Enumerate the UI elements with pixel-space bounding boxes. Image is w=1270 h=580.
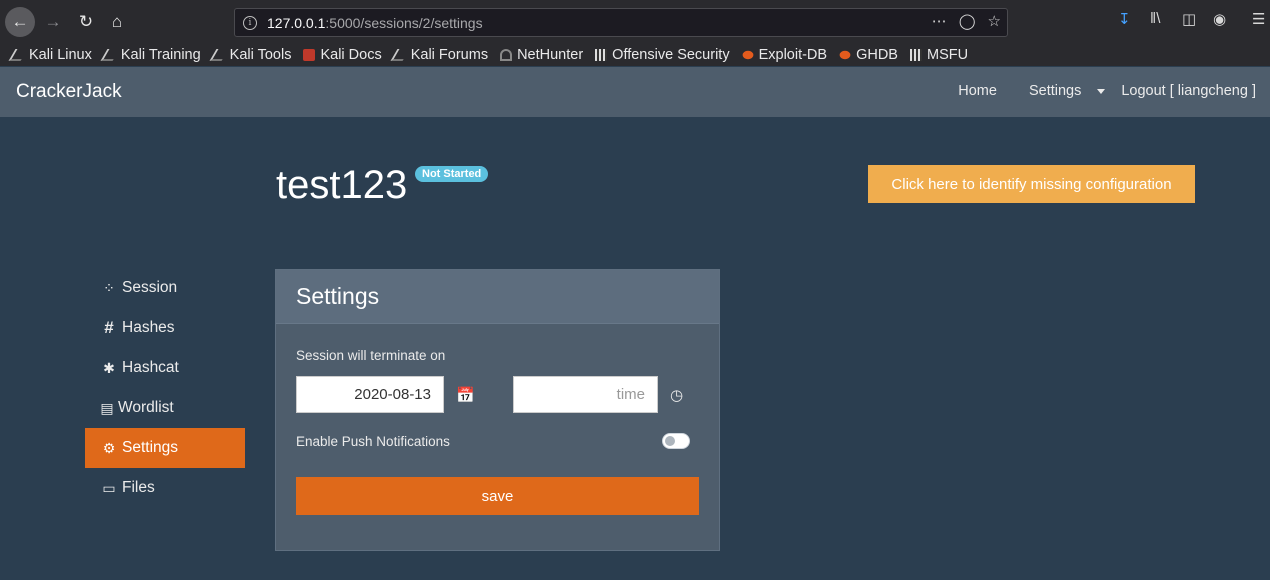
bookmark-ghdb[interactable]: GHDB — [839, 47, 898, 63]
push-notifications-label: Enable Push Notifications — [296, 434, 450, 449]
clock-icon[interactable]: ◷ — [670, 386, 683, 404]
terminate-label: Session will terminate on — [296, 348, 446, 363]
home-icon[interactable]: ⌂ — [102, 7, 132, 37]
bookmark-offensive-security[interactable]: Offensive Security — [595, 47, 730, 63]
terminate-date-input[interactable] — [296, 376, 444, 413]
bookmark-nethunter[interactable]: NetHunter — [500, 47, 583, 63]
terminate-time-input[interactable] — [513, 376, 658, 413]
nethunter-icon — [500, 49, 513, 61]
session-sidebar: ⁘ Session # Hashes ✱ Hashcat ▤ Wordlist … — [85, 268, 245, 508]
identify-missing-config-button[interactable]: Click here to identify missing configura… — [868, 165, 1195, 203]
info-icon[interactable]: i — [243, 15, 257, 30]
card-title: Settings — [276, 270, 719, 324]
browser-toolbar: ← → ↻ ⌂ i 127.0.0.1:5000/sessions/2/sett… — [0, 0, 1270, 44]
bookmark-kali-docs[interactable]: Kali Docs — [303, 47, 382, 63]
exploitdb-icon — [742, 50, 753, 60]
bookmark-kali-linux[interactable]: Kali Linux — [8, 47, 92, 63]
bookmark-star-icon[interactable]: ☆ — [988, 12, 1001, 30]
caret-down-icon — [1097, 88, 1106, 94]
download-icon[interactable]: ↧ — [1118, 10, 1131, 28]
bookmark-kali-tools[interactable]: Kali Tools — [209, 47, 291, 63]
file-icon: ▤ — [100, 399, 114, 416]
cat-icon: ✱ — [103, 359, 115, 376]
nav-home-link[interactable]: Home — [958, 83, 997, 99]
gear-icon: ⚙ — [102, 439, 116, 456]
sidebar-item-session[interactable]: ⁘ Session — [85, 268, 245, 308]
folder-open-icon: ▭ — [102, 479, 116, 496]
status-badge: Not Started — [415, 166, 489, 182]
hashtag-icon: # — [104, 318, 114, 337]
kali-dragon-icon — [209, 49, 229, 61]
reload-icon[interactable]: ↻ — [71, 7, 101, 37]
pocket-icon[interactable]: ◯ — [959, 12, 976, 30]
sidebar-item-hashes[interactable]: # Hashes — [85, 308, 245, 348]
bookmark-kali-training[interactable]: Kali Training — [100, 47, 201, 63]
toggle-knob — [665, 436, 675, 446]
sidebar-item-wordlist[interactable]: ▤ Wordlist — [85, 388, 245, 428]
sidebar-item-hashcat[interactable]: ✱ Hashcat — [85, 348, 245, 388]
menu-icon[interactable]: ☰ — [1252, 10, 1265, 28]
account-icon[interactable]: ◉ — [1213, 10, 1226, 28]
library-icon[interactable]: ‖\ — [1150, 10, 1160, 27]
url-host: 127.0.0.1 — [267, 14, 326, 31]
calendar-icon[interactable]: 📅 — [456, 386, 475, 404]
page-title: test123 — [276, 163, 408, 207]
kali-dragon-icon — [390, 49, 410, 61]
bookmark-kali-forums[interactable]: Kali Forums — [390, 47, 488, 63]
kali-dragon-icon — [100, 49, 120, 61]
url-bar[interactable]: i 127.0.0.1:5000/sessions/2/settings ⋯ ◯… — [234, 8, 1008, 37]
offsec-icon — [595, 49, 608, 61]
kali-docs-icon — [303, 49, 316, 61]
sidebar-item-settings[interactable]: ⚙ Settings — [85, 428, 245, 468]
save-button[interactable]: save — [296, 477, 699, 515]
sidebar-item-files[interactable]: ▭ Files — [85, 468, 245, 508]
nav-settings-dropdown[interactable]: Settings — [1013, 83, 1106, 99]
push-notifications-toggle[interactable] — [662, 433, 690, 449]
forward-arrow-icon[interactable]: → — [38, 7, 68, 37]
page-actions-icon[interactable]: ⋯ — [932, 12, 947, 30]
bookmark-exploit-db[interactable]: Exploit-DB — [742, 47, 827, 63]
app-navbar: CrackerJack Home Settings Logout [ liang… — [0, 67, 1270, 117]
sidebar-toggle-icon[interactable]: ◫ — [1182, 10, 1196, 28]
nav-logout-link[interactable]: Logout [ liangcheng ] — [1121, 83, 1256, 99]
back-arrow-icon[interactable]: ← — [5, 7, 35, 37]
kali-dragon-icon — [8, 49, 28, 61]
spinner-icon: ⁘ — [103, 279, 115, 296]
exploitdb-icon — [839, 50, 851, 60]
bookmarks-toolbar: Kali Linux Kali Training Kali Tools Kali… — [0, 44, 1270, 66]
brand-link[interactable]: CrackerJack — [16, 81, 122, 103]
offsec-icon — [909, 49, 922, 61]
bookmark-msfu[interactable]: MSFU — [909, 47, 968, 63]
url-path: :5000/sessions/2/settings — [325, 14, 483, 31]
settings-card: Settings Session will terminate on 📅 ◷ E… — [275, 269, 720, 551]
